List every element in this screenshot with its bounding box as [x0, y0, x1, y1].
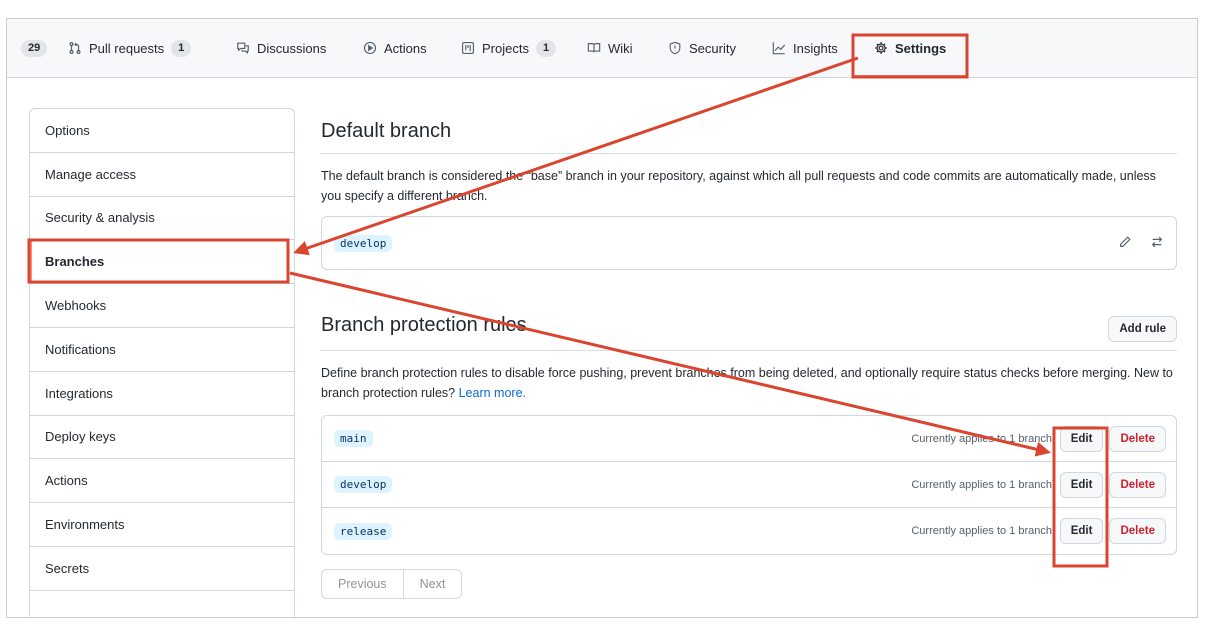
rule-actions: Edit Delete	[1059, 518, 1166, 544]
rule-row: develop Currently applies to 1 branch Ed…	[322, 462, 1176, 508]
delete-rule-button[interactable]: Delete	[1109, 518, 1166, 544]
sidebar-item-environments[interactable]: Environments	[30, 503, 294, 547]
tab-insights[interactable]: Insights	[771, 38, 838, 58]
tab-label: Pull requests	[89, 40, 165, 56]
learn-more-link[interactable]: Learn more.	[459, 386, 526, 400]
play-icon	[362, 40, 378, 56]
tab-counter: 1	[535, 39, 557, 57]
rule-row: release Currently applies to 1 branch Ed…	[322, 508, 1176, 554]
tab-label: Settings	[895, 40, 947, 56]
tab-label: Discussions	[257, 40, 327, 56]
issues-counter: 29	[21, 39, 48, 57]
repo-tab-nav: 29 Pull requests 1 Discussions Actions P…	[7, 19, 1197, 78]
graph-icon	[771, 40, 787, 56]
shield-icon	[667, 40, 683, 56]
gear-icon	[873, 40, 889, 56]
rule-applies-text: Currently applies to 1 branch	[911, 525, 1052, 537]
sidebar-item-webhooks[interactable]: Webhooks	[30, 284, 294, 328]
tab-label: Security	[689, 40, 736, 56]
sidebar-item-security-analysis[interactable]: Security & analysis	[30, 197, 294, 241]
switch-arrows-icon[interactable]	[1150, 235, 1164, 254]
edit-rule-button[interactable]: Edit	[1059, 518, 1104, 544]
tab-label: Actions	[384, 40, 427, 56]
protection-rules-header: Branch protection rules Add rule	[321, 314, 1177, 351]
project-icon	[460, 40, 476, 56]
tab-label: Wiki	[608, 40, 633, 56]
rule-row: main Currently applies to 1 branch Edit …	[322, 416, 1176, 462]
edit-rule-button[interactable]: Edit	[1059, 425, 1104, 452]
sidebar-item-notifications[interactable]: Notifications	[30, 328, 294, 372]
sidebar-item-branches[interactable]: Branches	[30, 240, 294, 285]
add-rule-button[interactable]: Add rule	[1108, 316, 1177, 342]
pagination: Previous Next	[321, 569, 463, 599]
protection-rules-list: main Currently applies to 1 branch Edit …	[321, 415, 1177, 555]
tab-discussions[interactable]: Discussions	[235, 38, 326, 58]
tab-actions[interactable]: Actions	[362, 38, 427, 58]
active-tab-underline	[853, 75, 967, 78]
protection-rules-description: Define branch protection rules to disabl…	[321, 363, 1177, 403]
tab-wiki[interactable]: Wiki	[586, 38, 633, 58]
previous-page-button[interactable]: Previous	[322, 570, 403, 598]
tab-security[interactable]: Security	[667, 38, 736, 58]
book-icon	[586, 40, 602, 56]
settings-sidebar: Options Manage access Security & analysi…	[29, 108, 295, 617]
rule-actions: Edit Delete	[1059, 471, 1166, 498]
default-branch-title: Default branch	[321, 108, 1177, 154]
pencil-icon[interactable]	[1118, 235, 1132, 254]
default-branch-description: The default branch is considered the “ba…	[321, 169, 1156, 203]
rule-branch-name: develop	[334, 476, 393, 493]
discussion-icon	[235, 40, 251, 56]
tab-issues-count[interactable]: 29	[21, 38, 48, 58]
tab-label: Insights	[793, 40, 838, 56]
rule-branch-name: release	[334, 522, 393, 540]
page-frame: 29 Pull requests 1 Discussions Actions P…	[6, 18, 1198, 618]
sidebar-item-deploy-keys[interactable]: Deploy keys	[30, 416, 294, 460]
tab-projects[interactable]: Projects 1	[460, 38, 557, 58]
tab-pull-requests[interactable]: Pull requests 1	[67, 38, 192, 58]
default-branch-name: develop	[334, 234, 393, 252]
sidebar-item-integrations[interactable]: Integrations	[30, 372, 294, 416]
tab-label: Projects	[482, 40, 529, 56]
tab-counter: 1	[171, 39, 192, 57]
pull-request-icon	[67, 40, 83, 56]
rule-applies-text: Currently applies to 1 branch	[911, 478, 1052, 491]
next-page-button[interactable]: Next	[402, 570, 462, 598]
sidebar-item-actions[interactable]: Actions	[30, 459, 294, 504]
edit-rule-button[interactable]: Edit	[1059, 471, 1104, 498]
rule-applies-text: Currently applies to 1 branch	[911, 432, 1052, 445]
protection-rules-title: Branch protection rules	[321, 314, 527, 336]
delete-rule-button[interactable]: Delete	[1109, 471, 1166, 498]
rule-branch-name: main	[334, 430, 373, 447]
rule-actions: Edit Delete	[1059, 425, 1166, 452]
sidebar-item-manage-access[interactable]: Manage access	[30, 153, 294, 197]
sidebar-item-options[interactable]: Options	[30, 109, 294, 153]
sidebar-item-secrets[interactable]: Secrets	[30, 547, 294, 591]
tab-settings[interactable]: Settings	[873, 38, 946, 58]
main-content: Default branch The default branch is con…	[321, 108, 1177, 599]
delete-rule-button[interactable]: Delete	[1109, 425, 1166, 452]
default-branch-box: develop	[321, 216, 1177, 270]
default-branch-actions	[1118, 235, 1164, 254]
protection-description-text: Define branch protection rules to disabl…	[321, 366, 1173, 400]
